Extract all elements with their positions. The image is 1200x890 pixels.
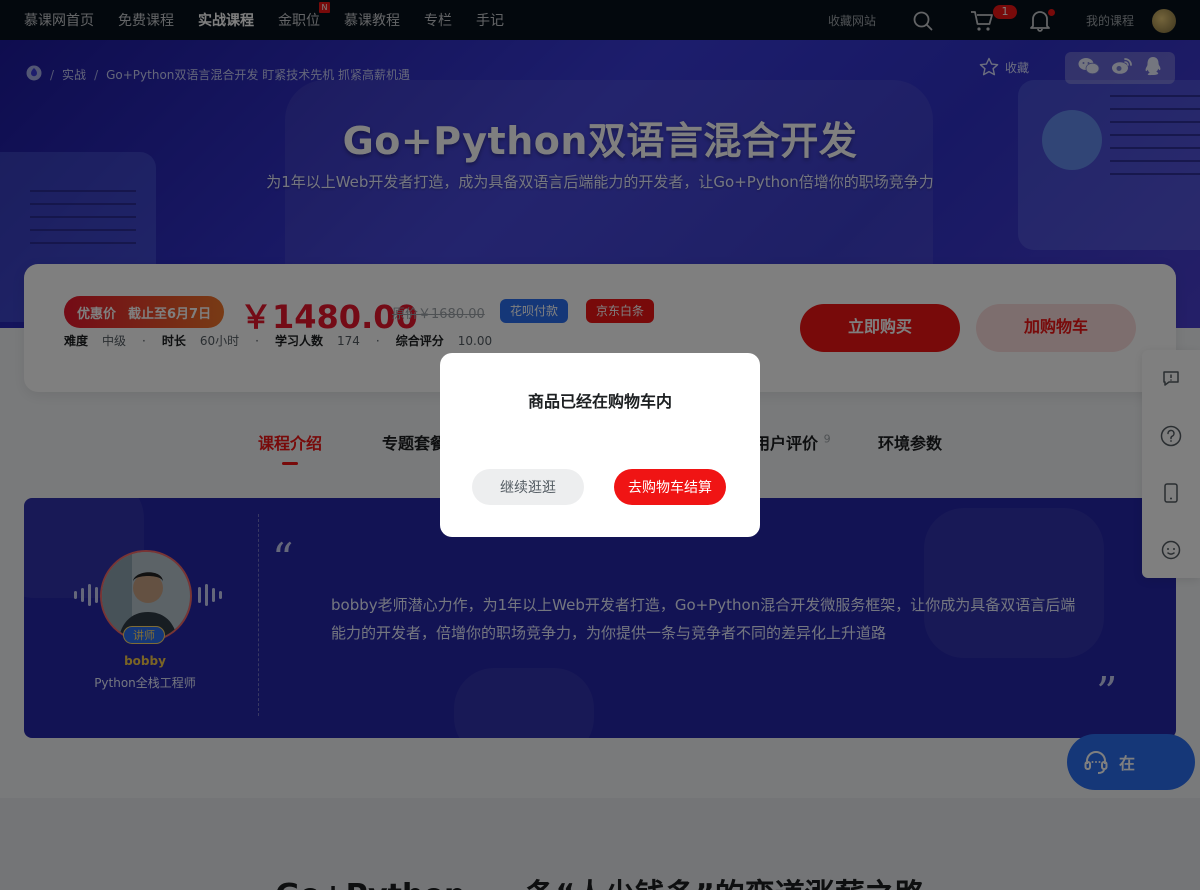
continue-shopping-button[interactable]: 继续逛逛 xyxy=(472,469,584,505)
modal-message: 商品已经在购物车内 xyxy=(527,392,672,411)
go-to-cart-button[interactable]: 去购物车结算 xyxy=(614,469,726,505)
cart-modal: 商品已经在购物车内 继续逛逛 去购物车结算 xyxy=(440,353,760,537)
